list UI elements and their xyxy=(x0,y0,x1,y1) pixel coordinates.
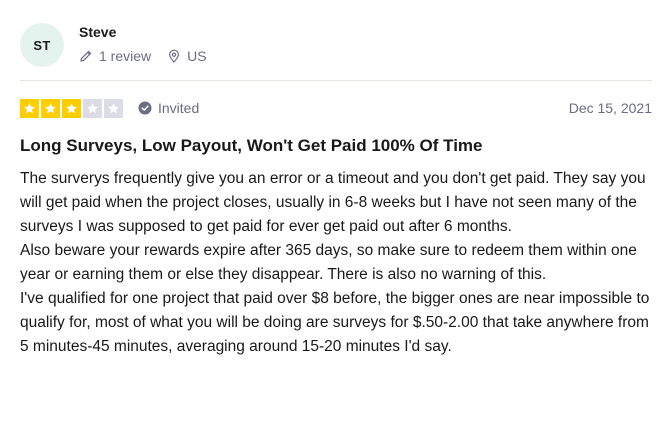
review-text: The surverys frequently give you an erro… xyxy=(20,167,660,359)
pencil-icon xyxy=(79,49,93,63)
star-icon xyxy=(87,102,98,113)
review-date: Dec 15, 2021 xyxy=(568,100,652,116)
consumer-name[interactable]: Steve xyxy=(79,23,207,41)
rating-row: Invited Dec 15, 2021 xyxy=(20,98,652,118)
star-icon xyxy=(66,102,77,113)
review-count: 1 review xyxy=(79,48,151,64)
review-count-label: 1 review xyxy=(99,47,152,64)
location-label: US xyxy=(187,47,207,64)
divider xyxy=(20,80,652,81)
review-title[interactable]: Long Surveys, Low Payout, Won't Get Paid… xyxy=(20,135,652,157)
star-filled xyxy=(62,98,81,118)
star-filled xyxy=(41,98,60,118)
verification-label: Invited xyxy=(158,100,200,116)
consumer-info[interactable]: ST Steve 1 review US xyxy=(20,20,207,70)
verification-badge[interactable]: Invited xyxy=(138,100,199,116)
star-empty xyxy=(83,98,102,118)
star-icon xyxy=(24,102,35,113)
star-filled xyxy=(20,98,39,118)
check-circle-icon xyxy=(138,101,152,115)
star-rating xyxy=(20,98,123,118)
consumer-location: US xyxy=(167,47,207,64)
avatar-initials: ST xyxy=(33,37,51,53)
star-icon xyxy=(108,102,119,113)
review-paragraph: I've qualified for one project that paid… xyxy=(20,290,650,355)
location-pin-icon xyxy=(167,49,181,63)
review-paragraph: The surverys frequently give you an erro… xyxy=(20,170,646,235)
review-paragraph: Also beware your rewards expire after 36… xyxy=(20,242,637,283)
review-card: ST Steve 1 review US Invited Dec 15, 202… xyxy=(0,0,670,437)
consumer-meta: 1 review US xyxy=(79,48,207,64)
avatar[interactable]: ST xyxy=(20,23,64,67)
star-empty xyxy=(104,98,123,118)
consumer-details: Steve 1 review US xyxy=(79,24,207,64)
star-icon xyxy=(45,102,56,113)
